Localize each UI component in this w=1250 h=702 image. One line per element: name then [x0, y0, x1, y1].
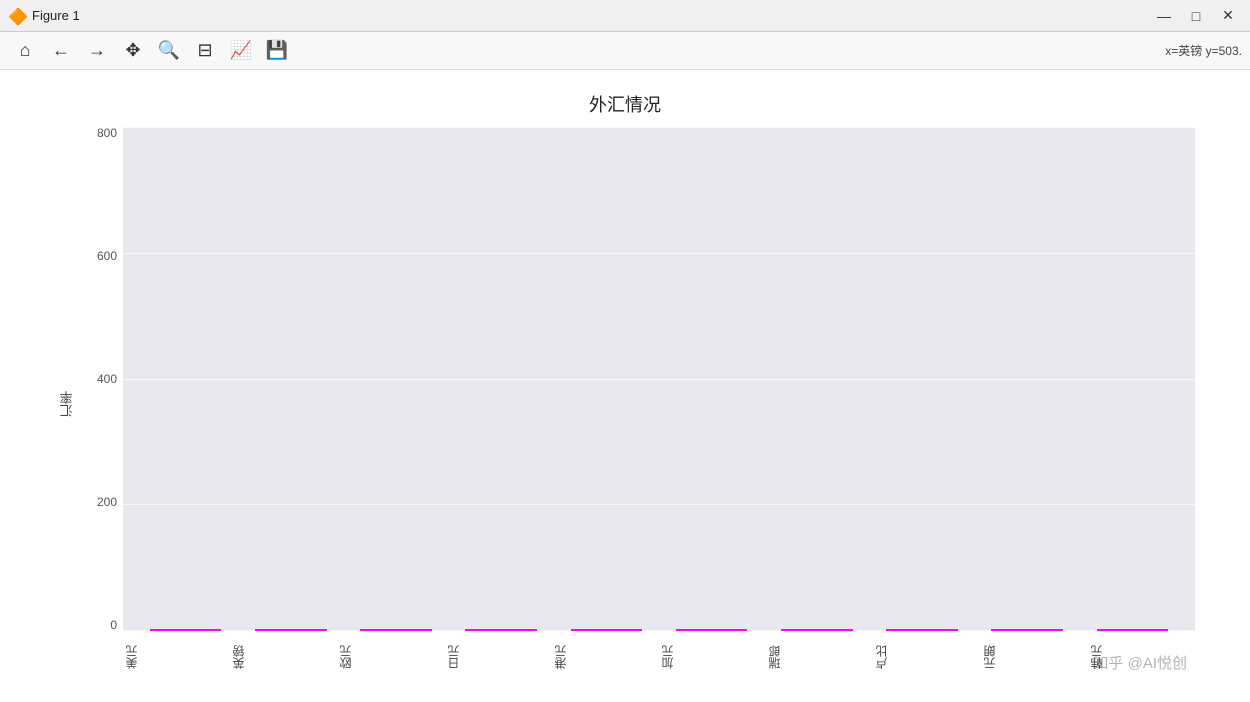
lines-button[interactable]: 📈 [224, 36, 258, 66]
bar-港元 [571, 629, 643, 631]
bar-group [449, 629, 554, 631]
minimize-button[interactable]: — [1150, 6, 1178, 26]
forward-button[interactable]: → [80, 36, 114, 66]
x-tick-卢比: 卢比 [873, 633, 980, 681]
bar-group [133, 629, 238, 631]
title-controls: — □ ✕ [1150, 6, 1242, 26]
plot-area-container: 0 200 400 600 800 [83, 127, 1195, 631]
x-tick-韩元: 韩元 [1088, 633, 1195, 681]
back-button[interactable]: ← [44, 36, 78, 66]
y-tick-800: 800 [83, 127, 123, 139]
x-tick-欧元: 欧元 [337, 633, 444, 681]
title-left: 🔶 Figure 1 [8, 7, 80, 25]
app-icon: 🔶 [8, 7, 26, 25]
x-axis: 美元英镑欧元日元港元加元瑞郎卢比元朗韩元 [123, 633, 1195, 681]
bar-卢比 [886, 629, 958, 631]
bar-瑞郎 [781, 629, 853, 631]
plot-area [123, 127, 1195, 631]
bar-元朗 [991, 629, 1063, 631]
zoom-button[interactable]: 🔍 [152, 36, 186, 66]
close-button[interactable]: ✕ [1214, 6, 1242, 26]
y-axis-label: 汇率 [55, 127, 79, 681]
x-tick-英镑: 英镑 [230, 633, 337, 681]
chart-title: 外汇情况 [55, 91, 1195, 117]
bar-group [869, 629, 974, 631]
main-window: 🔶 Figure 1 — □ ✕ ⌂ ← → ✥ 🔍 ⊟ 📈 💾 x=英镑 y=… [0, 0, 1250, 702]
x-tick-日元: 日元 [445, 633, 552, 681]
pan-button[interactable]: ✥ [116, 36, 150, 66]
y-tick-600: 600 [83, 250, 123, 262]
toolbar-buttons: ⌂ ← → ✥ 🔍 ⊟ 📈 💾 [8, 36, 294, 66]
bar-group [238, 629, 343, 631]
bar-group [343, 629, 448, 631]
bar-group [764, 629, 869, 631]
bar-group [1080, 629, 1185, 631]
bar-group [554, 629, 659, 631]
y-tick-400: 400 [83, 373, 123, 385]
bar-欧元 [360, 629, 432, 631]
bar-日元 [465, 629, 537, 631]
toolbar: ⌂ ← → ✥ 🔍 ⊟ 📈 💾 x=英镑 y=503. [0, 32, 1250, 70]
x-tick-瑞郎: 瑞郎 [766, 633, 873, 681]
x-tick-元朗: 元朗 [981, 633, 1088, 681]
bar-美元 [150, 629, 222, 631]
y-ticks: 0 200 400 600 800 [83, 127, 123, 631]
bar-韩元 [1097, 629, 1169, 631]
bar-group [659, 629, 764, 631]
save-button[interactable]: 💾 [260, 36, 294, 66]
chart-area: 外汇情况 汇率 0 200 400 600 800 [0, 70, 1250, 702]
x-tick-加元: 加元 [659, 633, 766, 681]
bar-英镑 [255, 629, 327, 631]
y-tick-200: 200 [83, 496, 123, 508]
chart-body: 汇率 0 200 400 600 800 [55, 127, 1195, 681]
x-tick-美元: 美元 [123, 633, 230, 681]
configure-button[interactable]: ⊟ [188, 36, 222, 66]
bar-加元 [676, 629, 748, 631]
bars-container [123, 127, 1195, 631]
title-bar: 🔶 Figure 1 — □ ✕ [0, 0, 1250, 32]
window-title: Figure 1 [32, 8, 80, 23]
coordinates-display: x=英镑 y=503. [1165, 42, 1242, 59]
bar-group [975, 629, 1080, 631]
x-tick-港元: 港元 [552, 633, 659, 681]
chart-container: 外汇情况 汇率 0 200 400 600 800 [55, 91, 1195, 681]
y-tick-0: 0 [83, 619, 123, 631]
chart-inner: 0 200 400 600 800 [83, 127, 1195, 681]
home-button[interactable]: ⌂ [8, 36, 42, 66]
maximize-button[interactable]: □ [1182, 6, 1210, 26]
